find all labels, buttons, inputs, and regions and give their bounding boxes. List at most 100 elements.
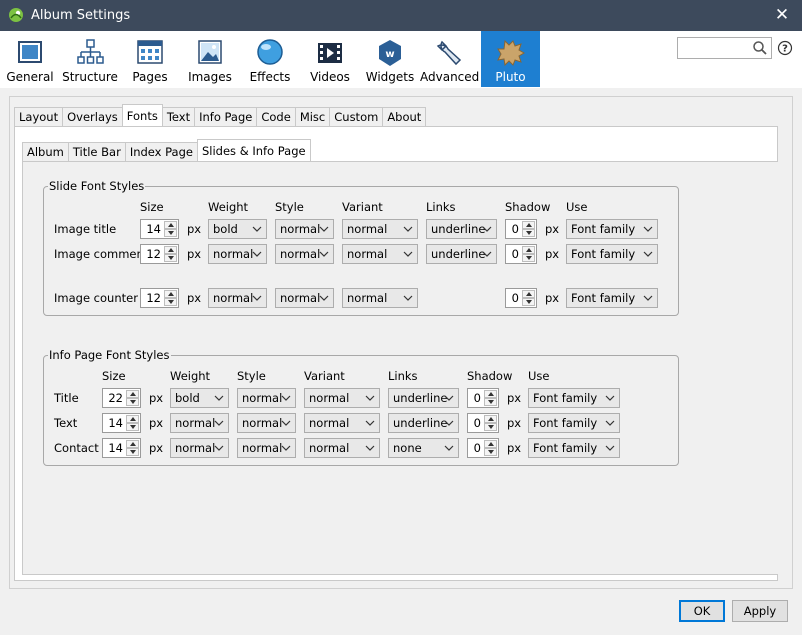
toolbar-advanced[interactable]: Advanced: [420, 31, 479, 87]
info-text-links-select[interactable]: underline: [388, 413, 459, 433]
tab-fonts[interactable]: Fonts: [121, 104, 163, 126]
info-text-style-select[interactable]: normal: [237, 413, 296, 433]
image-title-use-select[interactable]: Font family: [566, 219, 658, 239]
toolbar-images[interactable]: Images: [182, 31, 238, 87]
tab-text[interactable]: Text: [161, 107, 196, 126]
tab-code[interactable]: Code: [256, 107, 296, 126]
toolbar-effects-label: Effects: [249, 70, 291, 84]
stepper-down-icon[interactable]: [522, 229, 535, 237]
info-header-style: Style: [237, 369, 266, 383]
search-input[interactable]: [677, 37, 772, 59]
subtab-title-bar[interactable]: Title Bar: [67, 142, 126, 161]
image-counter-style-select[interactable]: normal: [275, 288, 334, 308]
subtab-slides-info-page[interactable]: Slides & Info Page: [196, 139, 311, 161]
ok-button[interactable]: OK: [679, 600, 725, 622]
chevron-down-icon: [482, 226, 492, 232]
tab-info-page[interactable]: Info Page: [194, 107, 258, 126]
stepper-down-icon[interactable]: [484, 398, 497, 406]
info-text-variant-select[interactable]: normal: [304, 413, 380, 433]
stepper-down-icon[interactable]: [522, 254, 535, 262]
image-title-weight-select[interactable]: bold: [208, 219, 267, 239]
image-comment-style-select[interactable]: normal: [275, 244, 334, 264]
toolbar-videos[interactable]: Videos: [302, 31, 358, 87]
info-contact-size-stepper[interactable]: 14: [102, 438, 141, 458]
stepper-down-icon[interactable]: [164, 254, 177, 262]
toolbar-pluto[interactable]: Pluto: [481, 31, 540, 87]
tab-about[interactable]: About: [382, 107, 427, 126]
stepper-up-icon[interactable]: [522, 221, 535, 229]
info-contact-links-select[interactable]: none: [388, 438, 459, 458]
subtab-index-page[interactable]: Index Page: [124, 142, 198, 161]
image-counter-variant-select[interactable]: normal: [342, 288, 418, 308]
stepper-down-icon[interactable]: [164, 298, 177, 306]
image-comment-links-select[interactable]: underline: [426, 244, 497, 264]
info-contact-weight-select[interactable]: normal: [170, 438, 229, 458]
stepper-down-icon[interactable]: [484, 423, 497, 431]
image-title-links-select[interactable]: underline: [426, 219, 497, 239]
image-counter-weight-select[interactable]: normal: [208, 288, 267, 308]
tab-misc[interactable]: Misc: [294, 107, 331, 126]
info-title-shadow-stepper[interactable]: 0: [467, 388, 499, 408]
row-label-contact: Contact: [54, 441, 99, 455]
stepper-down-icon[interactable]: [126, 398, 139, 406]
tab-overlays[interactable]: Overlays: [62, 107, 123, 126]
stepper-up-icon[interactable]: [522, 290, 535, 298]
stepper-up-icon[interactable]: [522, 246, 535, 254]
image-counter-shadow-stepper[interactable]: 0: [505, 288, 537, 308]
info-title-size-stepper[interactable]: 22: [102, 388, 141, 408]
info-contact-style-select[interactable]: normal: [237, 438, 296, 458]
close-button[interactable]: ✕: [762, 0, 802, 31]
toolbar-structure[interactable]: Structure: [62, 31, 118, 87]
info-title-weight-select[interactable]: bold: [170, 388, 229, 408]
search-icon[interactable]: [752, 40, 768, 56]
image-title-size-stepper[interactable]: 14: [140, 219, 179, 239]
effects-icon: [257, 39, 283, 65]
image-title-style-select[interactable]: normal: [275, 219, 334, 239]
apply-button[interactable]: Apply: [732, 600, 788, 622]
info-title-links-select[interactable]: underline: [388, 388, 459, 408]
subtab-album[interactable]: Album: [22, 142, 69, 161]
image-title-variant-select[interactable]: normal: [342, 219, 418, 239]
stepper-down-icon[interactable]: [126, 423, 139, 431]
stepper-up-icon[interactable]: [126, 390, 139, 398]
tab-layout[interactable]: Layout: [14, 107, 64, 126]
stepper-up-icon[interactable]: [164, 290, 177, 298]
info-contact-use-select[interactable]: Font family: [528, 438, 620, 458]
image-comment-variant-select[interactable]: normal: [342, 244, 418, 264]
chevron-down-icon: [319, 251, 329, 257]
stepper-up-icon[interactable]: [484, 415, 497, 423]
image-counter-use-select[interactable]: Font family: [566, 288, 658, 308]
info-text-size-stepper[interactable]: 14: [102, 413, 141, 433]
stepper-up-icon[interactable]: [484, 440, 497, 448]
image-comment-use-select[interactable]: Font family: [566, 244, 658, 264]
image-comment-weight-select[interactable]: normal: [208, 244, 267, 264]
info-text-use-select[interactable]: Font family: [528, 413, 620, 433]
stepper-up-icon[interactable]: [484, 390, 497, 398]
info-contact-shadow-stepper[interactable]: 0: [467, 438, 499, 458]
info-title-variant-select[interactable]: normal: [304, 388, 380, 408]
stepper-up-icon[interactable]: [164, 221, 177, 229]
image-comment-shadow-stepper[interactable]: 0: [505, 244, 537, 264]
image-counter-size-stepper[interactable]: 12: [140, 288, 179, 308]
toolbar-effects[interactable]: Effects: [242, 31, 298, 87]
stepper-down-icon[interactable]: [522, 298, 535, 306]
general-icon: [18, 41, 42, 63]
stepper-down-icon[interactable]: [126, 448, 139, 456]
toolbar-general[interactable]: General: [2, 31, 58, 87]
stepper-down-icon[interactable]: [484, 448, 497, 456]
stepper-up-icon[interactable]: [126, 440, 139, 448]
tab-custom[interactable]: Custom: [329, 107, 384, 126]
help-icon[interactable]: ?: [777, 40, 793, 56]
info-title-use-select[interactable]: Font family: [528, 388, 620, 408]
stepper-down-icon[interactable]: [164, 229, 177, 237]
toolbar-widgets[interactable]: w Widgets: [362, 31, 418, 87]
info-text-shadow-stepper[interactable]: 0: [467, 413, 499, 433]
stepper-up-icon[interactable]: [164, 246, 177, 254]
stepper-up-icon[interactable]: [126, 415, 139, 423]
toolbar-pages[interactable]: Pages: [122, 31, 178, 87]
info-text-weight-select[interactable]: normal: [170, 413, 229, 433]
info-contact-variant-select[interactable]: normal: [304, 438, 380, 458]
info-title-style-select[interactable]: normal: [237, 388, 296, 408]
image-comment-size-stepper[interactable]: 12: [140, 244, 179, 264]
image-title-shadow-stepper[interactable]: 0: [505, 219, 537, 239]
